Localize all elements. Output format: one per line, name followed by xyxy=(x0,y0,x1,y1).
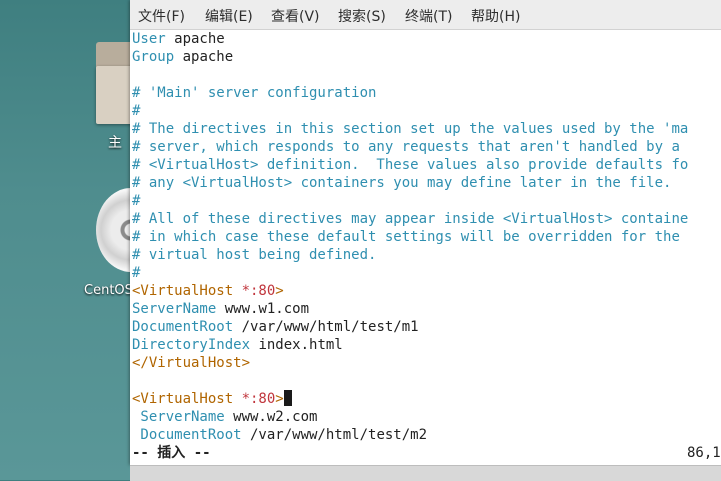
comment-line: # 'Main' server configuration xyxy=(132,85,377,101)
servername-line-2: ServerName www.w2.com xyxy=(132,408,721,426)
comment-line: # xyxy=(132,265,141,281)
virtualhost-tag: <VirtualHost xyxy=(132,391,242,407)
config-line-group: Group apache xyxy=(132,48,721,66)
documentroot-line: DocumentRoot /var/www/html/test/m1 xyxy=(132,318,721,336)
servername-value: www.w2.com xyxy=(224,409,318,425)
virtualhost-tag-end: > xyxy=(275,283,284,299)
comment-line: # xyxy=(132,193,141,209)
directive-documentroot: DocumentRoot xyxy=(132,427,242,443)
directive-servername: ServerName xyxy=(132,301,217,317)
comment-line: # xyxy=(132,103,141,119)
virtualhost-tag-end: > xyxy=(275,391,284,407)
directive-user-value: apache xyxy=(165,31,225,47)
text-cursor xyxy=(283,390,292,406)
documentroot-line-2: DocumentRoot /var/www/html/test/m2 xyxy=(132,426,721,444)
disc-label: CentOS xyxy=(84,283,133,298)
comment-line: # <VirtualHost> definition. These values… xyxy=(132,157,689,173)
menu-search[interactable]: 搜索(S) xyxy=(338,6,386,26)
window-bottom-edge xyxy=(130,465,721,481)
virtualhost-open-line: <VirtualHost *:80> xyxy=(132,282,721,300)
virtualhost-port: *:80 xyxy=(241,283,276,299)
virtualhost-tag: <VirtualHost xyxy=(132,283,242,299)
menu-bar: 文件(F) 编辑(E) 查看(V) 搜索(S) 终端(T) 帮助(H) xyxy=(130,0,721,30)
vim-editor-area[interactable]: User apache Group apache # 'Main' server… xyxy=(132,30,721,444)
directoryindex-line: DirectoryIndex index.html xyxy=(132,336,721,354)
insert-mode-indicator: -- 插入 -- xyxy=(132,445,211,461)
comment-line: # The directives in this section set up … xyxy=(132,121,689,137)
directive-group-value: apache xyxy=(174,49,234,65)
comment-line: # in which case these default settings w… xyxy=(132,229,680,245)
directive-group: Group xyxy=(132,49,175,65)
directoryindex-value: index.html xyxy=(250,337,343,353)
menu-terminal[interactable]: 终端(T) xyxy=(405,6,452,26)
comment-line: # any <VirtualHost> containers you may d… xyxy=(132,175,672,191)
config-line-user: User apache xyxy=(132,30,721,48)
servername-line: ServerName www.w1.com xyxy=(132,300,721,318)
directive-servername: ServerName xyxy=(132,409,225,425)
comment-line: # virtual host being defined. xyxy=(132,247,377,263)
home-folder-label: 主 xyxy=(108,135,122,151)
menu-help[interactable]: 帮助(H) xyxy=(471,6,520,26)
comment-line: # server, which responds to any requests… xyxy=(132,139,680,155)
directive-documentroot: DocumentRoot xyxy=(132,319,234,335)
menu-edit[interactable]: 编辑(E) xyxy=(205,6,253,26)
virtualhost-close-line: </VirtualHost> xyxy=(132,355,251,371)
directive-directoryindex: DirectoryIndex xyxy=(132,337,251,353)
virtualhost-open-line-2: <VirtualHost *:80> xyxy=(132,390,721,408)
terminal-window[interactable]: 文件(F) 编辑(E) 查看(V) 搜索(S) 终端(T) 帮助(H) User… xyxy=(130,0,721,465)
cursor-position: 86,1 xyxy=(687,445,721,461)
vim-status-bar: -- 插入 -- 86,1 xyxy=(130,444,721,462)
servername-value: www.w1.com xyxy=(216,301,310,317)
directive-user: User xyxy=(132,31,166,47)
menu-file[interactable]: 文件(F) xyxy=(138,6,185,26)
comment-line: # All of these directives may appear ins… xyxy=(132,211,689,227)
virtualhost-port: *:80 xyxy=(241,391,276,407)
menu-view[interactable]: 查看(V) xyxy=(271,6,320,26)
documentroot-value: /var/www/html/test/m2 xyxy=(241,427,428,443)
documentroot-value: /var/www/html/test/m1 xyxy=(233,319,419,335)
